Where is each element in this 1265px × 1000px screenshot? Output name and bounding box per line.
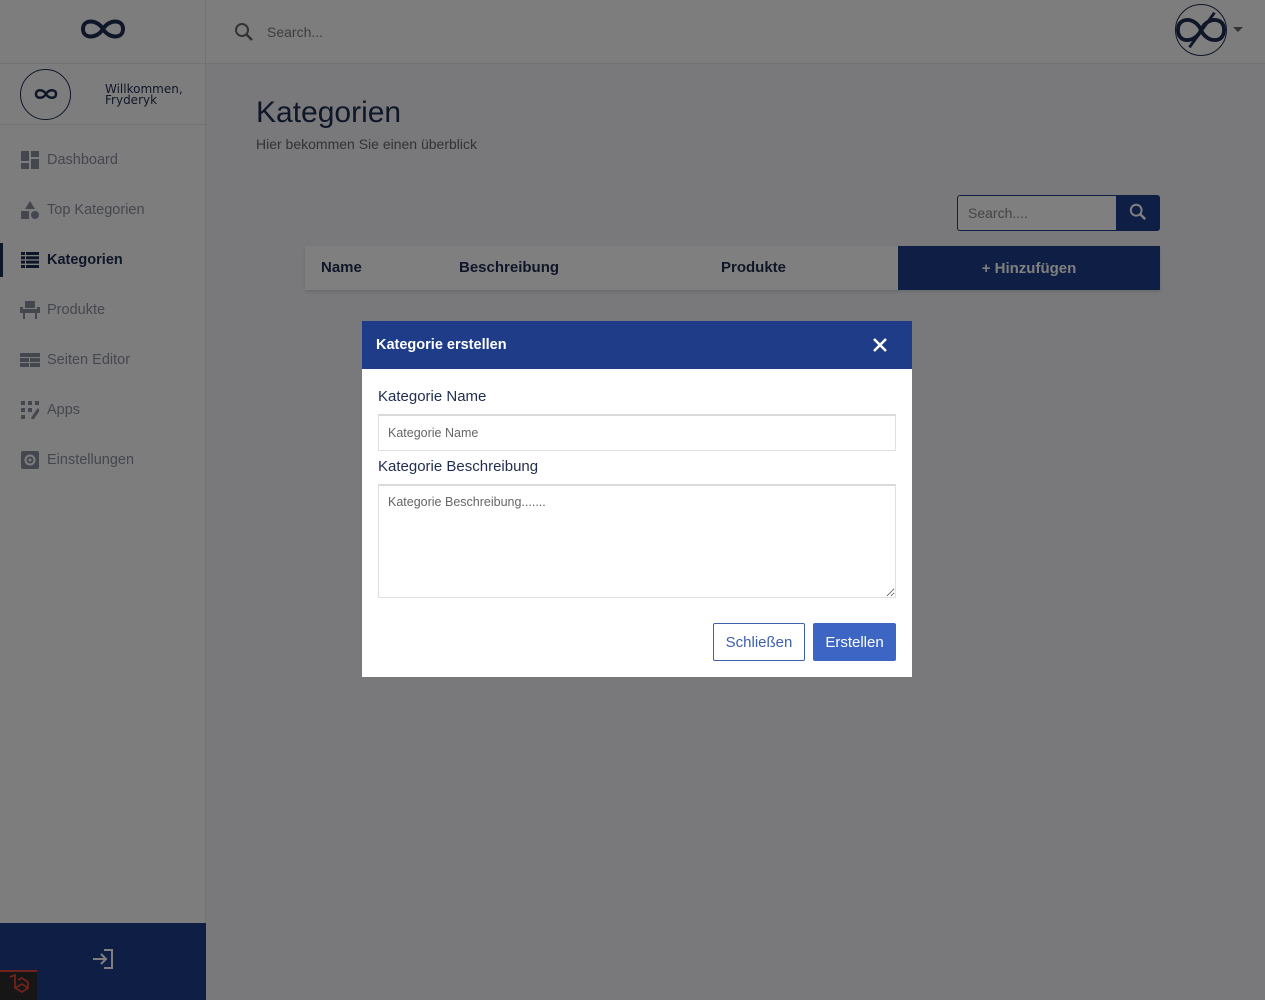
category-name-input[interactable] [378,414,896,451]
close-icon[interactable] [870,335,890,355]
modal-title: Kategorie erstellen [376,337,507,353]
modal-header: Kategorie erstellen [362,321,912,369]
category-description-input[interactable] [378,484,896,598]
create-category-modal: Kategorie erstellen Kategorie Name Kateg… [362,321,912,677]
create-button[interactable]: Erstellen [813,623,896,661]
category-name-label: Kategorie Name [378,388,487,405]
category-description-label: Kategorie Beschreibung [378,458,539,475]
close-button[interactable]: Schließen [713,623,805,661]
